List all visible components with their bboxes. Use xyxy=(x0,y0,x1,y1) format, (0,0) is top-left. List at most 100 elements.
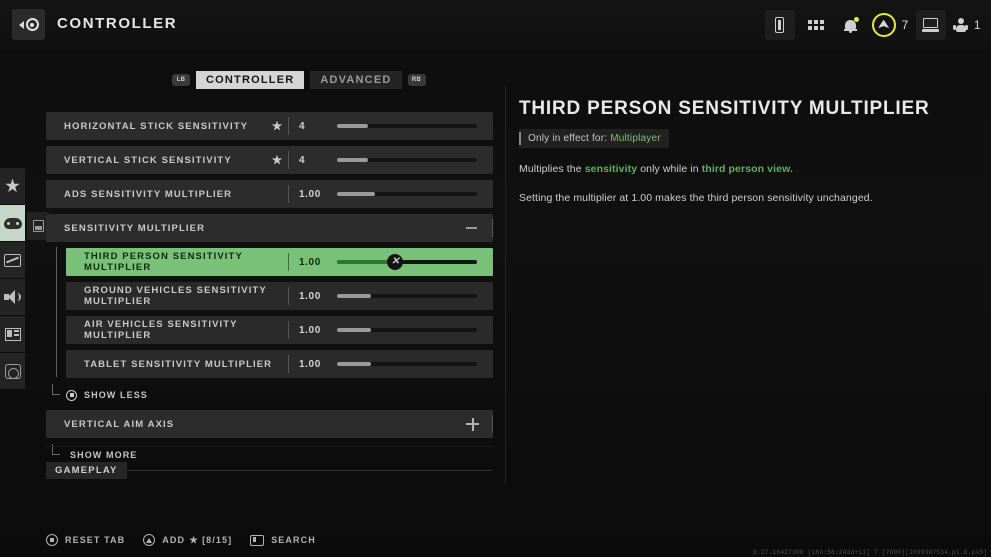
row-value: 1.00 xyxy=(299,188,321,200)
detail-paragraph-1: Multiplies the sensitivity only while in… xyxy=(519,162,959,177)
settings-screen: CONTROLLER 7 1 LB CONTROLLER ADVANCED RB… xyxy=(0,0,991,557)
row-slider[interactable]: ✕ xyxy=(337,254,477,270)
setting-row-third-person-sensitivity-multiplier[interactable]: THIRD PERSON SENSITIVITY MULTIPLIER 1.00… xyxy=(66,248,493,276)
sidebar-item-audio[interactable] xyxy=(0,279,25,316)
reset-tab-button[interactable]: RESET TAB xyxy=(46,534,125,546)
sidebar-item-graphics[interactable] xyxy=(0,242,25,279)
row-label: ADS SENSITIVITY MULTIPLIER xyxy=(64,188,233,200)
section-header-gameplay: GAMEPLAY xyxy=(46,462,493,479)
section-title: GAMEPLAY xyxy=(46,462,127,479)
row-slider[interactable] xyxy=(337,158,477,162)
circle-button-icon xyxy=(66,389,77,401)
interface-icon xyxy=(4,327,21,341)
detail-title: THIRD PERSON SENSITIVITY MULTIPLIER xyxy=(519,98,930,119)
page-title: CONTROLLER xyxy=(57,15,178,32)
row-value: 1.00 xyxy=(299,324,321,336)
sidebar-item-controller[interactable] xyxy=(0,205,25,242)
effect-scope-badge: Only in effect for: Multiplayer xyxy=(519,129,669,148)
triangle-button-icon xyxy=(143,534,156,546)
top-bar: CONTROLLER 7 1 xyxy=(0,0,991,50)
chevron-left-icon xyxy=(18,20,24,29)
top-right-status: 7 1 xyxy=(764,8,981,42)
setting-row-ground-vehicles-sensitivity-multiplier[interactable]: GROUND VEHICLES SENSITIVITY MULTIPLIER 1… xyxy=(66,282,493,310)
notifications-bell-icon xyxy=(843,16,859,33)
group-spine xyxy=(56,247,57,377)
row-slider[interactable] xyxy=(337,192,477,196)
setting-row-air-vehicles-sensitivity-multiplier[interactable]: AIR VEHICLES SENSITIVITY MULTIPLIER 1.00 xyxy=(66,316,493,344)
right-bumper-icon: RB xyxy=(407,74,426,86)
p1-part-c: only while in xyxy=(637,163,702,175)
settings-list: HORIZONTAL STICK SENSITIVITY 4 VERTICAL … xyxy=(46,112,493,466)
party-members-icon xyxy=(952,17,968,33)
section-rule xyxy=(126,470,493,471)
touchpad-icon xyxy=(250,534,265,546)
rank-emblem-icon xyxy=(871,13,896,37)
favorite-star-icon[interactable] xyxy=(266,154,288,166)
star-icon xyxy=(5,178,20,193)
row-value: 1.00 xyxy=(299,256,321,268)
setting-group-sensitivity-multiplier[interactable]: SENSITIVITY MULTIPLIER xyxy=(46,214,493,242)
sidebar-item-interface[interactable] xyxy=(0,316,25,353)
notifications-button[interactable] xyxy=(837,10,865,40)
tab-controller[interactable]: CONTROLLER xyxy=(196,71,305,89)
show-less-button[interactable]: SHOW LESS xyxy=(46,384,493,406)
favorite-star-icon[interactable] xyxy=(266,120,288,132)
category-rail xyxy=(0,168,25,390)
detail-paragraph-2: Setting the multiplier at 1.00 makes the… xyxy=(519,191,873,204)
sidebar-item-favorites[interactable] xyxy=(0,168,25,205)
accessibility-icon xyxy=(4,363,21,379)
row-label: AIR VEHICLES SENSITIVITY MULTIPLIER xyxy=(84,319,238,341)
player-card-button[interactable] xyxy=(915,10,946,40)
row-label: HORIZONTAL STICK SENSITIVITY xyxy=(64,120,249,132)
row-label: VERTICAL AIM AXIS xyxy=(64,418,175,430)
effect-value: Multiplayer xyxy=(610,133,661,144)
rank-count: 7 xyxy=(901,18,909,32)
slider-handle[interactable]: ✕ xyxy=(387,254,404,270)
effect-label: Only in effect for: xyxy=(528,133,608,144)
reset-tab-label: RESET TAB xyxy=(65,535,126,545)
panel-divider xyxy=(505,85,506,485)
row-label: SENSITIVITY MULTIPLIER xyxy=(64,222,206,234)
p1-part-a: Multiplies the xyxy=(519,163,585,175)
star-icon xyxy=(189,535,198,544)
setting-row-tablet-sensitivity-multiplier[interactable]: TABLET SENSITIVITY MULTIPLIER 1.00 xyxy=(66,350,493,378)
setting-group-vertical-aim-axis[interactable]: VERTICAL AIM AXIS xyxy=(46,410,493,438)
row-slider[interactable] xyxy=(337,328,477,332)
plus-icon[interactable] xyxy=(466,417,479,431)
back-button[interactable] xyxy=(12,9,45,40)
row-value: 1.00 xyxy=(299,358,321,370)
setting-row-ads-sensitivity-multiplier[interactable]: ADS SENSITIVITY MULTIPLIER 1.00 xyxy=(46,180,493,208)
setting-row-vertical-stick-sensitivity[interactable]: VERTICAL STICK SENSITIVITY 4 xyxy=(46,146,493,174)
setting-row-horizontal-stick-sensitivity[interactable]: HORIZONTAL STICK SENSITIVITY 4 xyxy=(46,112,493,140)
row-label: VERTICAL STICK SENSITIVITY xyxy=(64,154,232,166)
battery-icon xyxy=(775,17,785,33)
rank-display[interactable]: 7 xyxy=(871,13,909,37)
detail-panel: THIRD PERSON SENSITIVITY MULTIPLIER Only… xyxy=(519,98,959,219)
speaker-icon xyxy=(4,290,21,304)
row-slider[interactable] xyxy=(337,362,477,366)
row-value: 4 xyxy=(299,120,306,132)
apps-grid-button[interactable] xyxy=(802,10,830,40)
battery-button[interactable] xyxy=(764,10,795,40)
badge-accent-bar xyxy=(519,132,521,145)
circle-button-icon xyxy=(46,534,58,546)
row-slider[interactable] xyxy=(337,294,477,298)
tab-strip: LB CONTROLLER ADVANCED RB xyxy=(172,71,426,89)
debug-build-string: 9.27.16427308 [163:58:2433+11] T [7000][… xyxy=(752,549,987,556)
p1-highlight-third-person: third person view. xyxy=(701,163,793,175)
list-bottom-rule xyxy=(46,446,493,447)
row-slider[interactable] xyxy=(337,124,477,128)
apps-grid-icon xyxy=(807,20,824,30)
tab-advanced[interactable]: ADVANCED xyxy=(310,71,402,89)
party-count: 1 xyxy=(973,18,981,32)
player-card-icon xyxy=(922,17,940,33)
search-button[interactable]: SEARCH xyxy=(250,534,316,546)
sidebar-item-accessibility[interactable] xyxy=(0,353,25,390)
show-more-label: SHOW MORE xyxy=(70,450,138,460)
minus-icon[interactable] xyxy=(466,227,477,229)
search-label: SEARCH xyxy=(271,535,316,545)
party-display[interactable]: 1 xyxy=(952,17,981,33)
row-label: THIRD PERSON SENSITIVITY MULTIPLIER xyxy=(84,251,243,273)
add-favorite-button[interactable]: ADD [8/15] xyxy=(143,534,232,546)
row-divider xyxy=(492,415,493,433)
